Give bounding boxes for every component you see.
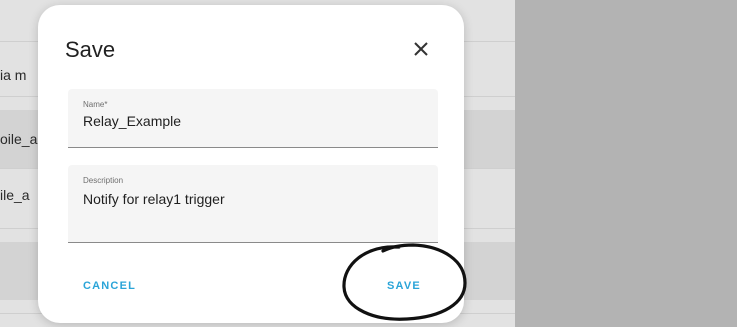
name-input[interactable]: Relay_Example [83, 113, 423, 129]
close-icon [414, 42, 428, 56]
background-overlay [515, 0, 737, 327]
description-field[interactable]: Description Notify for relay1 trigger [68, 165, 438, 243]
cancel-button[interactable]: CANCEL [83, 280, 136, 292]
name-field-label: Name* [83, 100, 108, 109]
name-field[interactable]: Name* Relay_Example [68, 89, 438, 148]
save-dialog: Save Name* Relay_Example Description Not… [38, 5, 464, 323]
description-input[interactable]: Notify for relay1 trigger [83, 191, 423, 207]
background-row-text: oile_a [0, 131, 38, 147]
close-button[interactable] [410, 38, 432, 60]
background-row-text: ile_a [0, 187, 30, 203]
background-row-text: ia m [0, 67, 27, 83]
description-field-label: Description [83, 176, 124, 185]
dialog-title: Save [65, 37, 116, 62]
save-button[interactable]: SAVE [387, 280, 421, 292]
